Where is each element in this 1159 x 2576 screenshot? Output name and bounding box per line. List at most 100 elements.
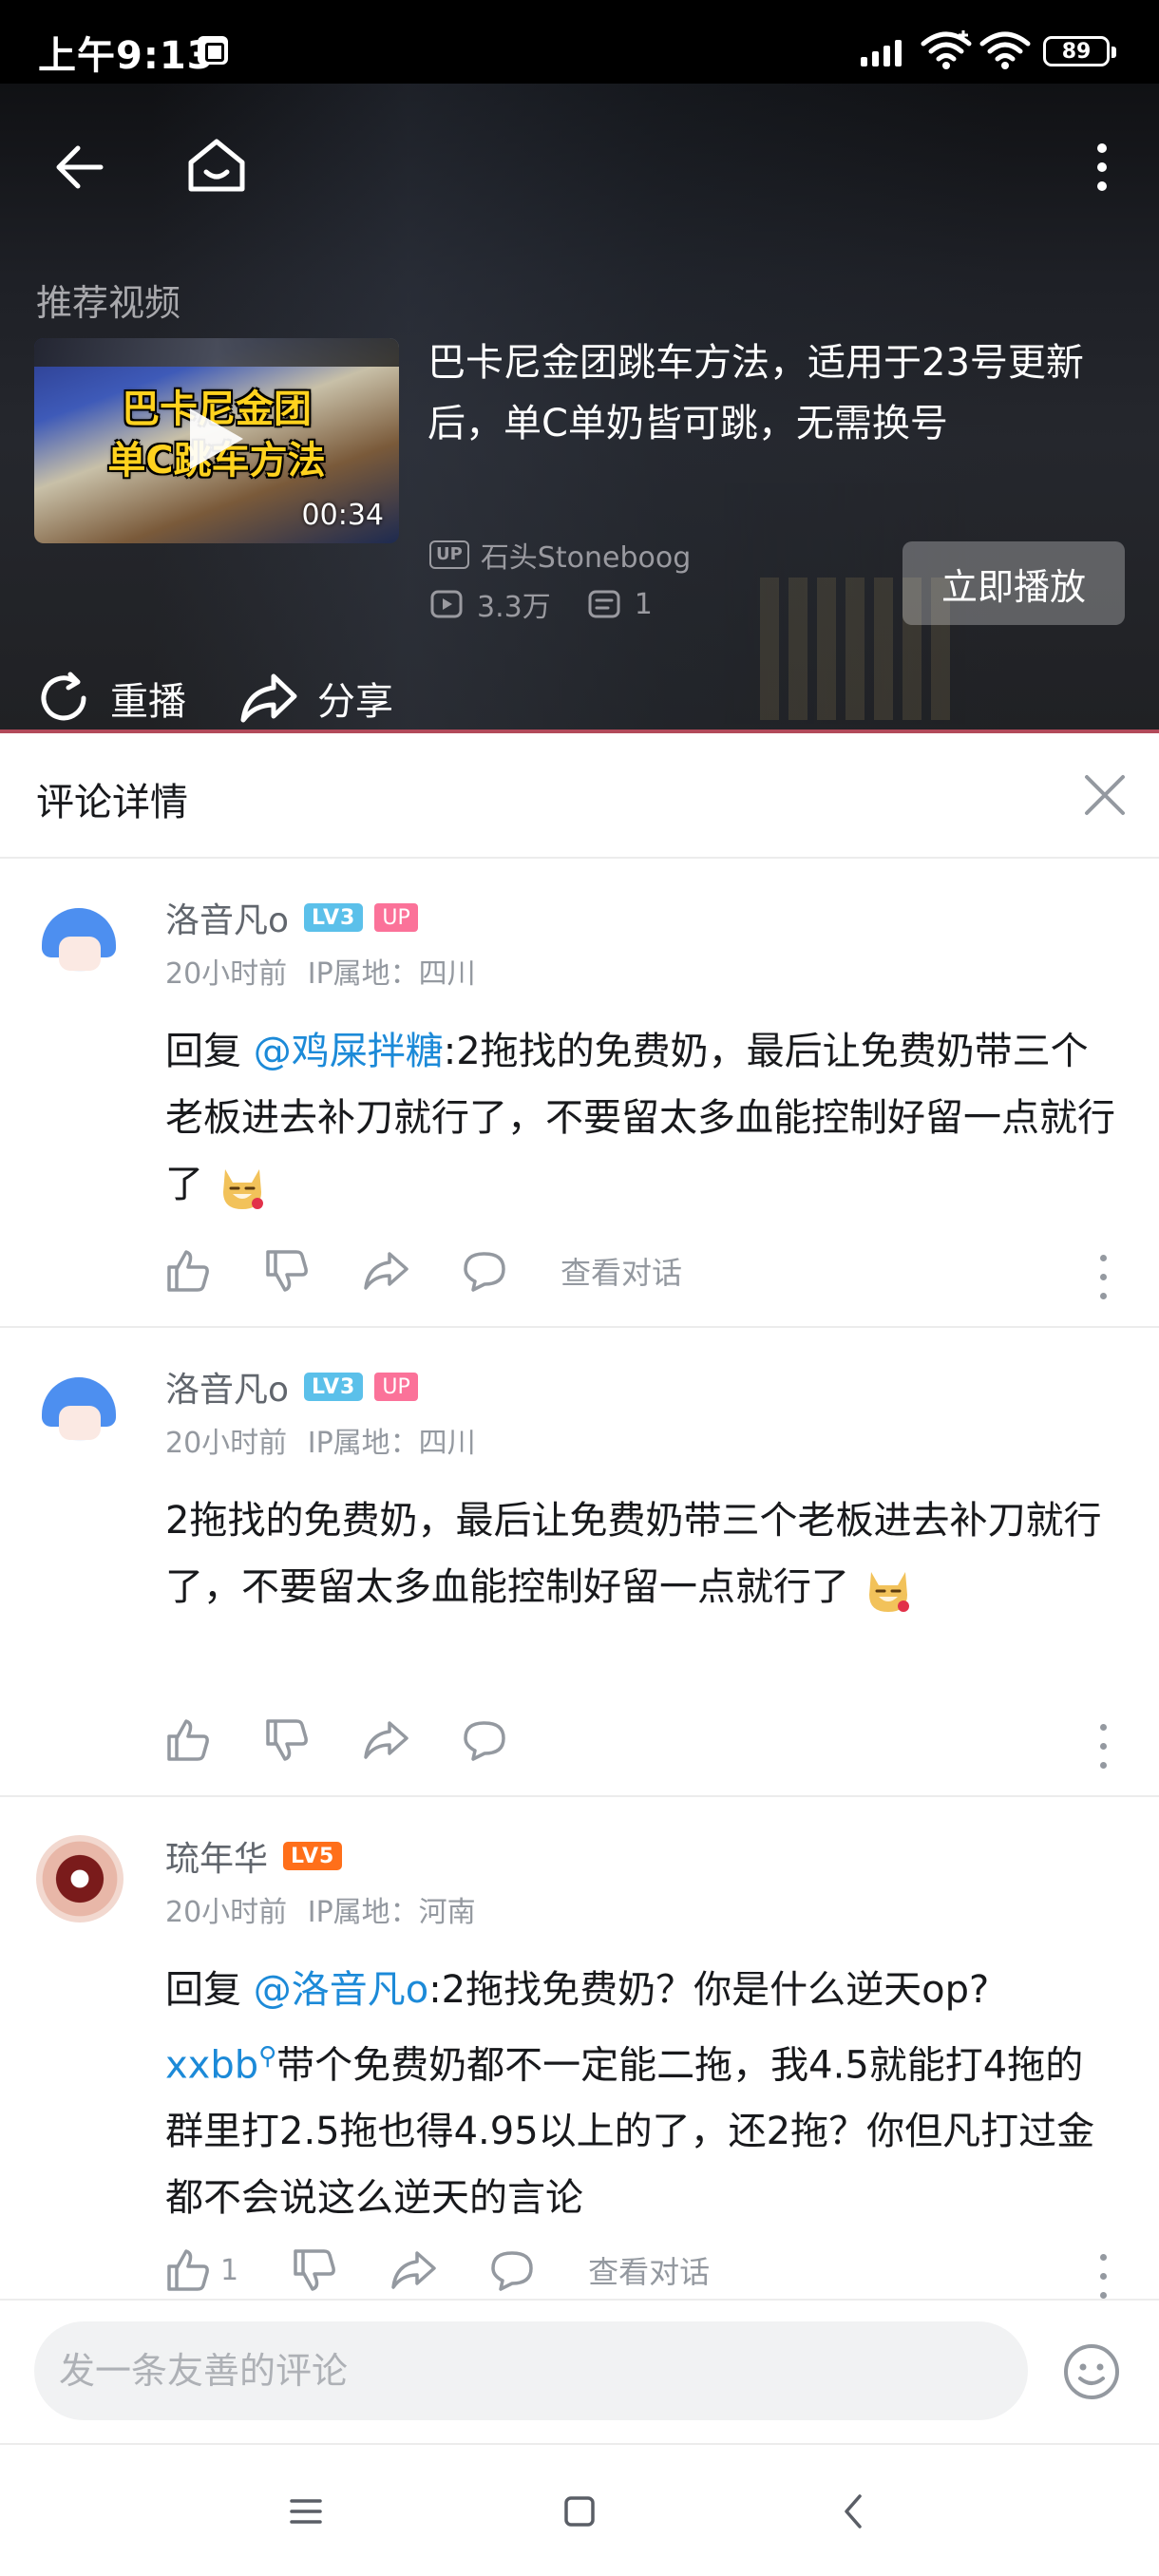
comment-meta: 20小时前 IP属地：四川 [165,950,476,992]
back-nav-button[interactable] [825,2483,882,2540]
username[interactable]: 洛音凡o [165,1362,289,1411]
share-comment-button[interactable] [363,1248,408,1294]
comment-meta: 20小时前 IP属地：四川 [165,1419,476,1461]
comment-detail-header: 评论详情 [0,733,1159,859]
more-options-button[interactable] [1074,129,1130,205]
chevron-left-icon [845,2494,862,2529]
square-home-icon [564,2496,595,2527]
emoji-button[interactable] [1062,2342,1121,2401]
back-button[interactable] [42,129,118,205]
doge-emoji-icon [222,1169,263,1209]
comment-input[interactable] [34,2321,1028,2420]
reply-button[interactable] [489,2247,535,2293]
comment-bubble-icon [464,1252,505,1292]
doge-emoji-icon [868,1572,909,1612]
mention-link[interactable]: @鸡屎拌糖 [254,1030,444,1073]
home-nav-button[interactable] [551,2483,608,2540]
thumbs-down-icon [266,1719,308,1761]
up-badge: UP [374,903,418,932]
comment-more-button[interactable] [1092,2247,1113,2304]
recommended-video-thumbnail[interactable]: 巴卡尼金团 单C跳车方法 00:34 [34,338,399,543]
reply-button[interactable] [462,1248,507,1294]
home-button[interactable] [177,125,256,205]
level-badge: LV3 [304,1373,364,1401]
tv-home-icon [188,139,245,192]
dislike-button[interactable] [264,1248,310,1294]
view-count-value: 3.3万 [477,591,551,624]
share-comment-button[interactable] [363,1717,408,1763]
reply-prefix: 回复 [165,1968,241,2012]
view-count: 3.3万 [429,583,551,625]
thumbnail-hud [34,338,399,367]
wifi-icon [979,31,1031,69]
ip-location: IP属地：四川 [307,1427,476,1460]
share-icon [364,1252,408,1290]
share-button[interactable]: 分享 [239,671,393,726]
level-badge: LV5 [283,1842,343,1870]
replay-button[interactable]: 重播 [36,671,186,726]
username[interactable]: 琉年华 [165,1831,268,1881]
like-button[interactable] [165,1248,211,1294]
comment-more-button[interactable] [1092,1717,1113,1774]
share-comment-button[interactable] [390,2247,436,2293]
author-name: 石头Stoneboog [480,541,692,575]
share-icon [364,1721,408,1759]
menu-button[interactable] [277,2483,334,2540]
menu-icon [290,2499,322,2524]
like-button[interactable] [165,1717,211,1763]
avatar[interactable] [36,1368,124,1455]
more-vertical-icon [1097,143,1107,191]
view-dialog-link[interactable]: 查看对话 [588,2248,710,2292]
like-count: 1 [220,2253,239,2287]
level-badge: LV3 [304,903,364,932]
comment-actions [165,1717,560,1763]
comment-text: :2拖找免费奶？你是什么逆天op? [428,1968,990,2012]
comment-content[interactable]: 回复 @鸡屎拌糖:2拖找的免费奶，最后让免费奶带三个老板进去补刀就行了，不要留太… [165,1018,1115,1218]
comment-time: 20小时前 [165,1427,288,1460]
search-icon: ⚲ [258,2042,277,2071]
comment-text: 2拖找的免费奶，最后让免费奶带三个老板进去补刀就行了，不要留太多血能控制好留一点… [165,1499,1102,1609]
avatar[interactable] [36,1835,124,1923]
back-arrow-icon [56,145,104,189]
comment-actions: 查看对话 [165,1248,735,1294]
share-label: 分享 [317,680,393,724]
wifi-hotspot-icon [921,30,972,69]
reply-button[interactable] [462,1717,507,1763]
username[interactable]: 洛音凡o [165,893,289,942]
dislike-button[interactable] [264,1717,310,1763]
avatar[interactable] [36,899,124,986]
comment-text: 带个免费奶都不一定能二拖，我4.5就能打4拖的群里打2.5拖也得4.95以上的了… [165,2043,1095,2221]
danmaku-count-value: 1 [634,587,653,621]
thumbs-up-icon [167,2249,209,2291]
comment-more-button[interactable] [1092,1248,1113,1305]
play-icon [190,408,243,469]
recommended-video-stats: 3.3万 1 [429,583,689,625]
comment-bubble-icon [464,1721,505,1761]
video-duration: 00:34 [301,499,384,532]
mention-link[interactable]: @洛音凡o [254,1968,428,2012]
recommended-video-author[interactable]: UP 石头Stoneboog [429,534,691,576]
comment-time: 20小时前 [165,1896,288,1929]
comment-time: 20小时前 [165,957,288,991]
replay-label: 重播 [110,680,186,724]
recommended-video-title[interactable]: 巴卡尼金团跳车方法，适用于23号更新后，单C单奶皆可跳，无需换号 [428,332,1130,454]
comment-content[interactable]: 回复 @洛音凡o:2拖找免费奶？你是什么逆天op? xxbb⚲带个免费奶都不一定… [165,1957,1115,2231]
comment-input-bar [0,2299,1159,2443]
thumbs-up-icon [167,1719,209,1761]
reply-prefix: 回复 [165,1030,241,1073]
view-dialog-link[interactable]: 查看对话 [560,1249,682,1293]
video-player[interactable]: 推荐视频 巴卡尼金团 单C跳车方法 00:34 巴卡尼金团跳车方法，适用于23号… [0,84,1159,733]
comment-item: 琉年华 LV5 20小时前 IP属地：河南 回复 @洛音凡o:2拖找免费奶？你是… [0,1797,1159,2299]
like-button[interactable]: 1 [165,2247,238,2293]
close-button[interactable] [1077,767,1132,823]
dislike-button[interactable] [292,2247,337,2293]
play-now-button[interactable]: 立即播放 [902,541,1125,625]
signal-icon [861,38,904,66]
comment-content[interactable]: 2拖找的免费奶，最后让免费奶带三个老板进去补刀就行了，不要留太多血能控制好留一点… [165,1487,1115,1620]
comment-item: 洛音凡o LV3 UP 20小时前 IP属地：四川 回复 @鸡屎拌糖:2拖找的免… [0,859,1159,1328]
comment-bubble-icon [491,2251,533,2291]
keyword-search-link[interactable]: xxbb [165,2043,258,2087]
ip-location: IP属地：四川 [307,957,476,991]
emoji-icon [1064,2344,1119,2399]
battery-icon: 89 [1043,36,1116,66]
